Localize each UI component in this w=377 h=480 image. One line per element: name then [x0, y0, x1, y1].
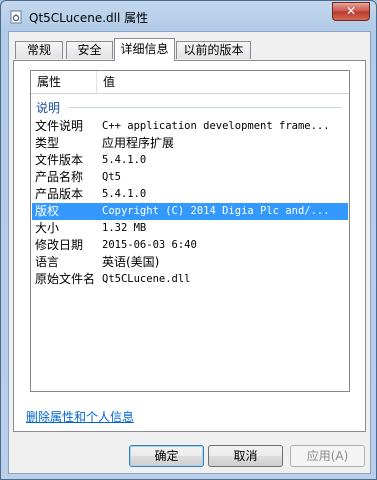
row-key: 产品版本 [35, 187, 84, 201]
row-key: 语言 [35, 255, 60, 269]
row-key: 文件说明 [35, 119, 84, 133]
row-value: 1.32 MB [102, 222, 147, 234]
row-value: Qt5 [102, 171, 121, 183]
tab-security[interactable]: 安全 [66, 41, 113, 59]
ok-button[interactable]: 确定 [129, 445, 204, 467]
group-divider [68, 107, 342, 108]
list-row[interactable]: 原始文件名 Qt5CLucene.dll [32, 271, 348, 288]
row-key: 大小 [35, 221, 60, 235]
row-key: 文件版本 [35, 153, 84, 167]
list-row[interactable]: 文件说明 C++ application development frame..… [32, 118, 348, 135]
row-value: C++ application development frame... [102, 120, 330, 132]
list-row[interactable]: 大小 1.32 MB [32, 220, 348, 237]
row-value: 应用程序扩展 [102, 136, 175, 150]
row-value: 5.4.1.0 [102, 188, 147, 200]
row-key: 修改日期 [35, 238, 84, 252]
group-label: 说明 [36, 101, 61, 115]
column-header-property[interactable]: 属性 [31, 71, 97, 93]
row-value: Copyright (C) 2014 Digia Plc and/... [102, 205, 330, 217]
properties-window: Qt5CLucene.dll 属性 ✕ 常规 安全 详细信息 以前的版本 属性 … [0, 0, 377, 480]
close-button[interactable]: ✕ [332, 2, 370, 21]
list-row[interactable]: 文件版本 5.4.1.0 [32, 152, 348, 169]
list-row[interactable]: 修改日期 2015-06-03 6:40 [32, 237, 348, 254]
cancel-button[interactable]: 取消 [208, 445, 283, 467]
group-description: 说明 [36, 98, 346, 116]
details-tab-page: 属性 值 说明 文件说明 C++ application development… [13, 60, 366, 432]
tab-details[interactable]: 详细信息 [114, 38, 175, 61]
remove-properties-link[interactable]: 删除属性和个人信息 [26, 408, 134, 425]
row-value: Qt5CLucene.dll [102, 273, 191, 285]
row-key: 版权 [35, 204, 60, 218]
list-row-selected[interactable]: 版权 Copyright (C) 2014 Digia Plc and/... [32, 203, 348, 220]
row-value: 英语(美国) [102, 255, 160, 269]
column-header-value[interactable]: 值 [97, 71, 349, 93]
tab-strip: 常规 安全 详细信息 以前的版本 [13, 38, 368, 61]
window-title: Qt5CLucene.dll 属性 [29, 11, 149, 25]
row-key: 原始文件名 [35, 272, 96, 286]
title-bar[interactable]: Qt5CLucene.dll 属性 ✕ [1, 1, 376, 31]
details-list[interactable]: 属性 值 说明 文件说明 C++ application development… [30, 70, 350, 392]
row-value: 5.4.1.0 [102, 154, 147, 166]
list-row[interactable]: 类型 应用程序扩展 [32, 135, 348, 152]
row-value: 2015-06-03 6:40 [102, 239, 197, 251]
dll-file-icon [10, 10, 22, 24]
row-key: 类型 [35, 136, 60, 150]
row-key: 产品名称 [35, 170, 84, 184]
list-header: 属性 值 [31, 71, 349, 94]
list-row[interactable]: 产品版本 5.4.1.0 [32, 186, 348, 203]
tab-previous-versions[interactable]: 以前的版本 [176, 41, 251, 59]
list-row[interactable]: 语言 英语(美国) [32, 254, 348, 271]
tab-general[interactable]: 常规 [15, 41, 63, 59]
apply-button[interactable]: 应用(A) [290, 445, 365, 467]
dialog-client: 常规 安全 详细信息 以前的版本 属性 值 说明 文件说明 C++ applic… [8, 31, 371, 474]
list-row[interactable]: 产品名称 Qt5 [32, 169, 348, 186]
